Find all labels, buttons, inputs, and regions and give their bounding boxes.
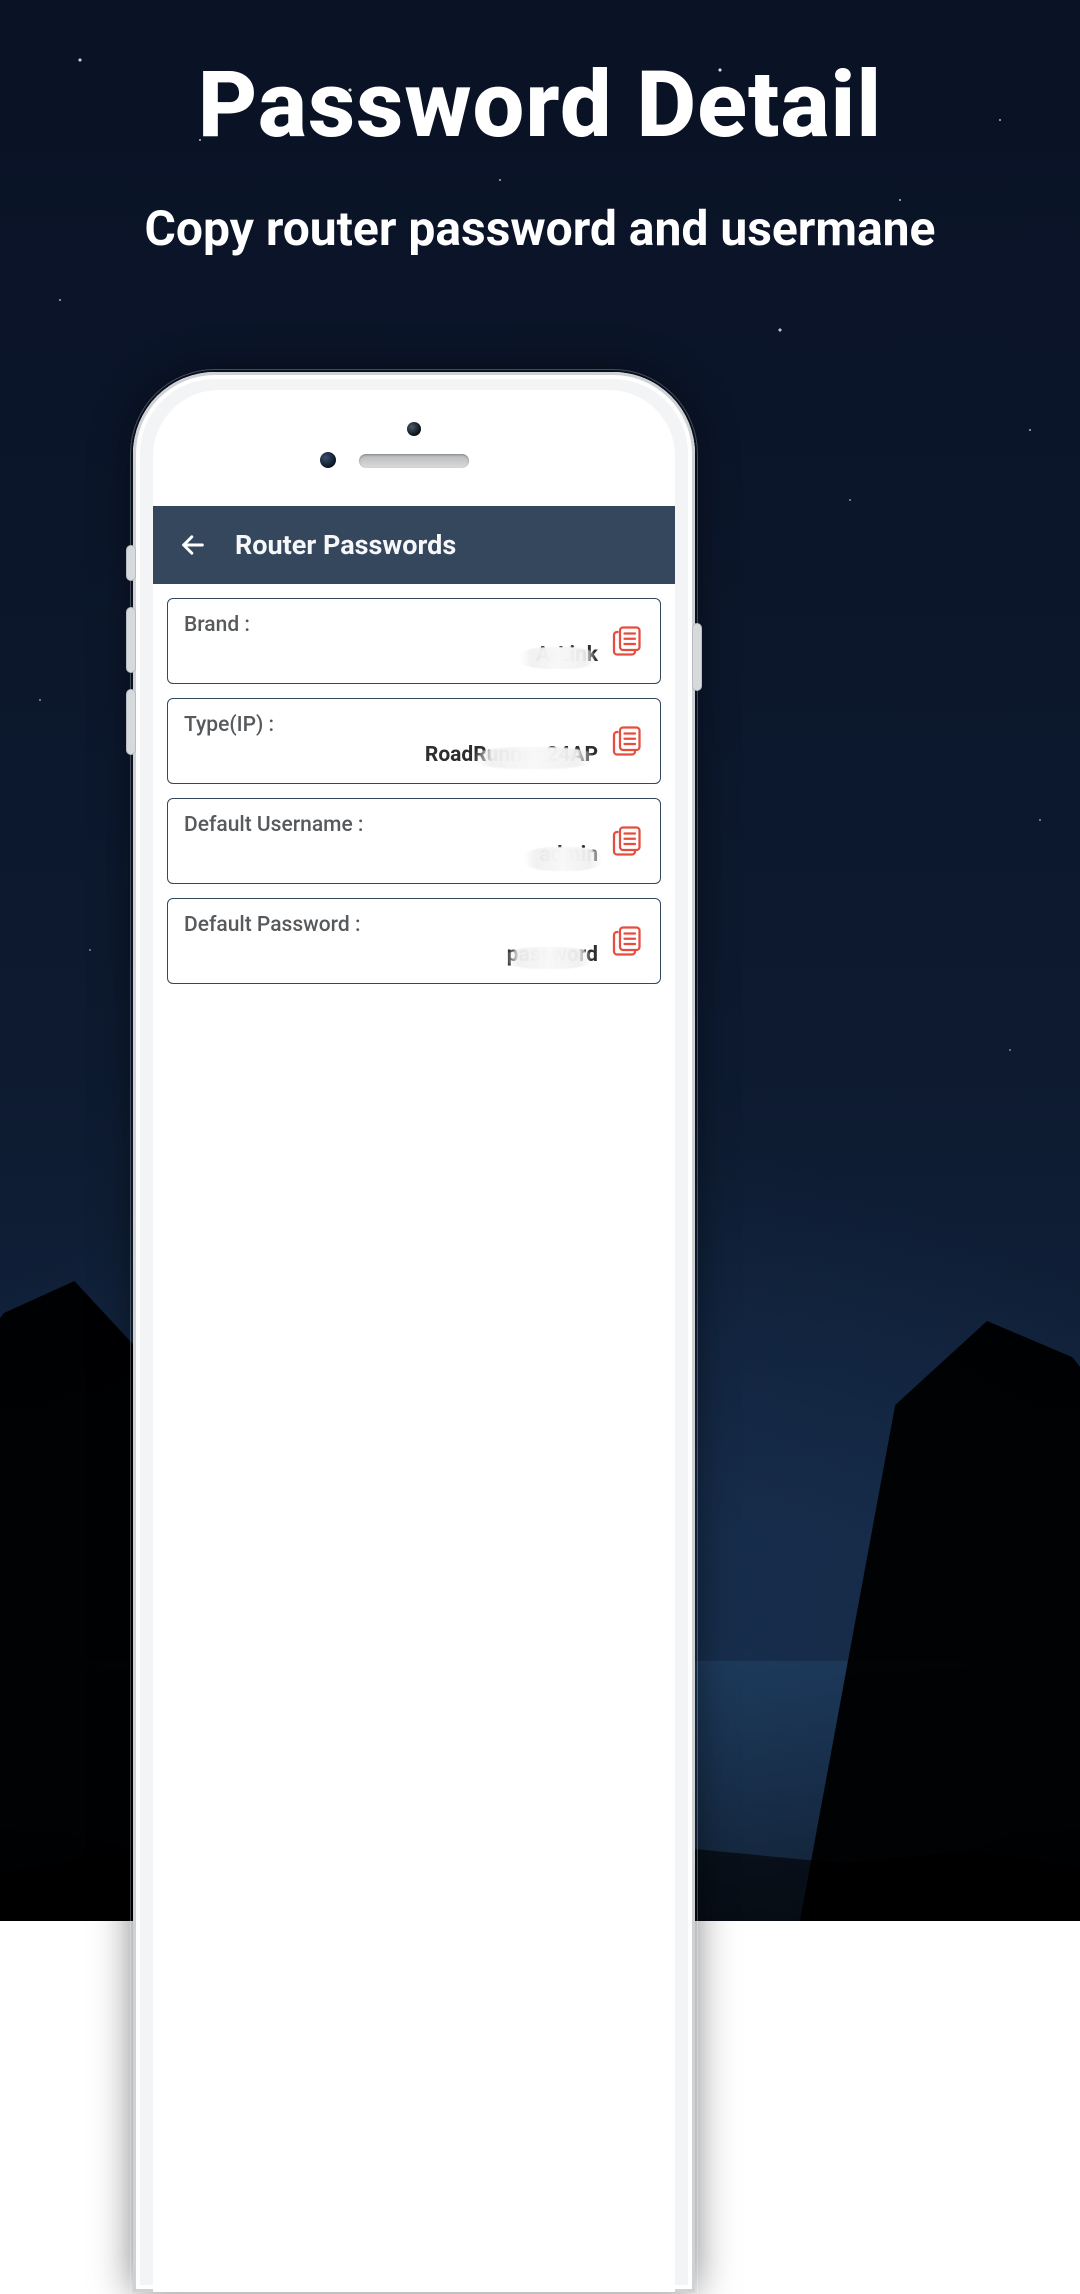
phone-proximity-sensor bbox=[320, 452, 336, 468]
field-label: Default Username : bbox=[184, 813, 598, 837]
phone-device-frame: Router Passwords Brand : A‑Link bbox=[133, 372, 695, 2292]
promo-heading: Password Detail bbox=[0, 52, 1080, 159]
copy-icon bbox=[611, 723, 647, 759]
phone-mute-switch bbox=[127, 546, 135, 580]
field-card-brand: Brand : A‑Link bbox=[167, 598, 661, 684]
field-value-brand: A‑Link bbox=[536, 643, 598, 667]
phone-earpiece-speaker bbox=[359, 454, 469, 468]
field-label: Default Password : bbox=[184, 913, 598, 937]
promo-subheading: Copy router password and usermane bbox=[0, 200, 1080, 257]
arrow-left-icon bbox=[179, 531, 207, 559]
copy-default-username-button[interactable] bbox=[608, 820, 650, 862]
detail-content: Brand : A‑Link bbox=[153, 584, 675, 998]
field-card-type-ip: Type(IP) : RoadRunner 24AP bbox=[167, 698, 661, 784]
field-value-default-password: password bbox=[507, 943, 598, 967]
app-bar: Router Passwords bbox=[153, 506, 675, 584]
phone-volume-down-button bbox=[127, 690, 135, 754]
phone-power-button bbox=[693, 624, 701, 690]
back-button[interactable] bbox=[169, 521, 217, 569]
copy-icon bbox=[611, 623, 647, 659]
app-bar-title: Router Passwords bbox=[235, 529, 456, 561]
phone-volume-up-button bbox=[127, 608, 135, 672]
copy-icon bbox=[611, 923, 647, 959]
copy-brand-button[interactable] bbox=[608, 620, 650, 662]
field-card-default-username: Default Username : admin bbox=[167, 798, 661, 884]
field-label: Brand : bbox=[184, 613, 598, 637]
field-label: Type(IP) : bbox=[184, 713, 598, 737]
field-value-type-ip: RoadRunner 24AP bbox=[425, 743, 598, 767]
copy-type-ip-button[interactable] bbox=[608, 720, 650, 762]
phone-front-camera bbox=[407, 422, 421, 436]
field-value-default-username: admin bbox=[539, 843, 598, 867]
copy-default-password-button[interactable] bbox=[608, 920, 650, 962]
field-card-default-password: Default Password : password bbox=[167, 898, 661, 984]
app-screen: Router Passwords Brand : A‑Link bbox=[153, 506, 675, 2292]
copy-icon bbox=[611, 823, 647, 859]
phone-bezel: Router Passwords Brand : A‑Link bbox=[153, 390, 675, 2292]
